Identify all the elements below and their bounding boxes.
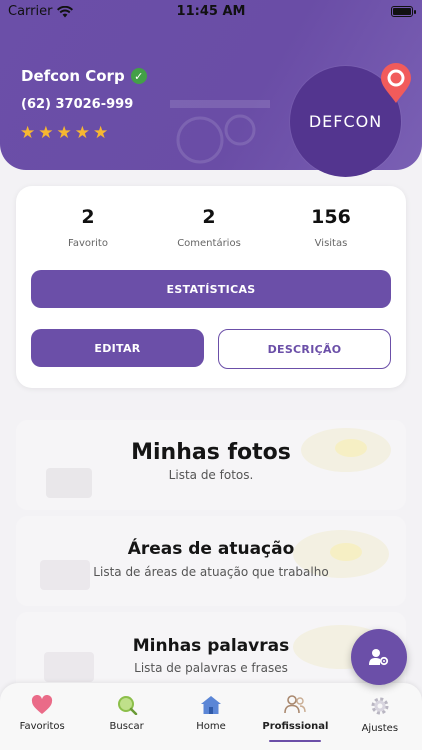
tab-label: Buscar — [109, 721, 144, 732]
battery-icon — [391, 6, 416, 17]
section-subtitle: Lista de palavras e frases — [134, 661, 288, 675]
verified-check-icon: ✓ — [130, 68, 147, 84]
company-name: Defcon Corp ✓ — [21, 67, 147, 85]
section-subtitle: Lista de fotos. — [168, 468, 254, 482]
star-icon: ★ — [38, 123, 54, 143]
tile-background-image — [16, 516, 406, 606]
stat-value: 156 — [311, 206, 351, 228]
user-settings-icon — [369, 649, 389, 666]
stat-favoritos: 2 Favorito — [23, 206, 153, 249]
star-icon: ★ — [74, 123, 90, 143]
stat-label: Favorito — [68, 238, 108, 249]
tab-label: Home — [196, 721, 226, 732]
stat-label: Comentários — [177, 238, 241, 249]
star-icon: ★ — [93, 123, 109, 143]
status-time: 11:45 AM — [176, 4, 246, 19]
stat-visitas: 156 Visitas — [266, 206, 396, 249]
users-icon — [284, 695, 307, 714]
company-phone: (62) 37026-999 — [21, 97, 134, 112]
location-pin-icon[interactable] — [379, 62, 413, 104]
heart-icon — [32, 695, 53, 714]
tab-home[interactable]: Home — [169, 683, 253, 750]
stat-label: Visitas — [314, 238, 348, 249]
statistics-button[interactable]: ESTATÍSTICAS — [31, 270, 391, 308]
rating-stars: ★ ★ ★ ★ ★ — [20, 123, 108, 143]
search-icon — [117, 696, 137, 715]
tab-label: Profissional — [262, 721, 329, 732]
section-title: Áreas de atuação — [127, 539, 295, 559]
user-settings-fab[interactable] — [351, 629, 407, 685]
active-tab-indicator — [269, 740, 322, 742]
company-name-text: Defcon Corp — [21, 67, 125, 85]
tab-ajustes[interactable]: Ajustes — [338, 683, 422, 750]
tab-buscar[interactable]: Buscar — [84, 683, 168, 750]
stat-value: 2 — [81, 206, 95, 228]
status-bar: Carrier 11:45 AM — [0, 0, 422, 24]
tab-favoritos[interactable]: Favoritos — [0, 683, 84, 750]
avatar-text: DEFCON — [308, 112, 383, 131]
description-button[interactable]: DESCRIÇÃO — [218, 329, 391, 369]
tab-label: Favoritos — [19, 721, 65, 732]
edit-button[interactable]: EDITAR — [31, 329, 204, 367]
section-title: Minhas fotos — [131, 440, 291, 465]
section-tile-areas[interactable]: Áreas de atuação Lista de áreas de atuaç… — [16, 516, 406, 606]
star-icon: ★ — [20, 123, 36, 143]
home-icon — [201, 696, 222, 714]
section-tile-fotos[interactable]: Minhas fotos Lista de fotos. — [16, 420, 406, 510]
tab-profissional[interactable]: Profissional — [253, 683, 337, 750]
section-subtitle: Lista de áreas de atuação que trabalho — [93, 565, 329, 579]
gear-icon — [371, 697, 389, 715]
stats-card: 2 Favorito 2 Comentários 156 Visitas EST… — [16, 186, 406, 388]
stat-value: 2 — [202, 206, 216, 228]
star-icon: ★ — [56, 123, 72, 143]
stat-comentarios: 2 Comentários — [144, 206, 274, 249]
section-title: Minhas palavras — [132, 636, 290, 656]
tab-label: Ajustes — [361, 723, 399, 734]
tile-background-image — [16, 420, 406, 510]
header-background-pattern — [170, 100, 270, 164]
tab-bar: Favoritos Buscar Home Profissional Ajust… — [0, 683, 422, 750]
